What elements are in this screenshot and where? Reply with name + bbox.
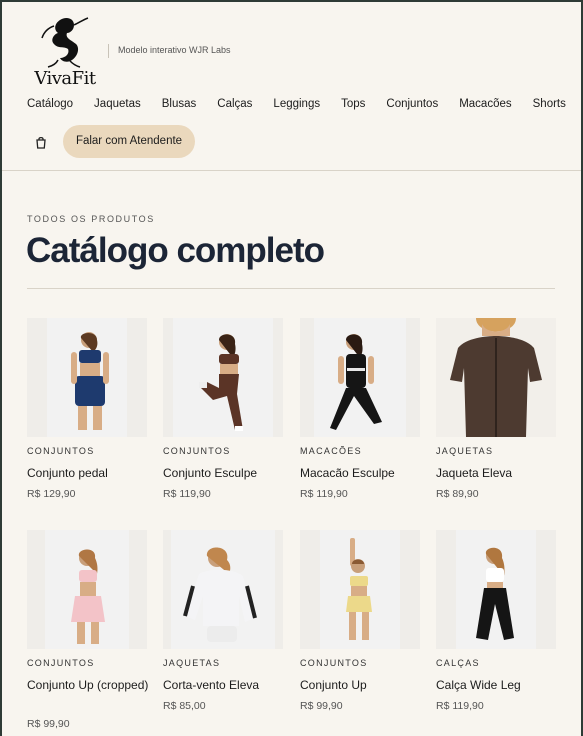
product-image[interactable] [163,530,283,649]
product-category: JAQUETAS [436,446,494,456]
brand-name: VivaFit [34,68,96,89]
nav-item-calcas[interactable]: Calças [217,98,252,110]
product-image[interactable] [27,530,147,649]
product-category: CONJUNTOS [27,446,95,456]
contact-agent-button[interactable]: Falar com Atendente [63,125,195,158]
product-category: MACACÕES [300,446,362,456]
product-image[interactable] [163,318,283,437]
product-category: JAQUETAS [163,658,221,668]
shopping-bag-icon[interactable] [35,136,47,149]
product-price: R$ 99,90 [300,700,343,712]
product-image[interactable] [27,318,147,437]
product-name[interactable]: Conjunto Up (cropped) [27,677,152,694]
nav-item-jaquetas[interactable]: Jaquetas [94,98,141,110]
product-name[interactable]: Calça Wide Leg [436,677,561,694]
product-name[interactable]: Macacão Esculpe [300,465,425,482]
section-eyebrow: TODOS OS PRODUTOS [27,214,155,224]
nav-item-conjuntos[interactable]: Conjuntos [386,98,438,110]
product-name[interactable]: Conjunto pedal [27,465,152,482]
woman-silhouette-logo-icon [41,17,89,68]
product-image[interactable] [436,318,556,437]
title-divider [27,288,555,289]
brand-tagline: Modelo interativo WJR Labs [118,45,231,55]
brand-logo[interactable]: VivaFit [32,16,98,90]
page-title: Catálogo completo [26,231,325,270]
product-name[interactable]: Conjunto Up [300,677,425,694]
product-price: R$ 99,90 [27,718,70,730]
product-image[interactable] [300,530,420,649]
nav-item-blusas[interactable]: Blusas [162,98,197,110]
product-name[interactable]: Jaqueta Eleva [436,465,561,482]
product-price: R$ 119,90 [300,488,348,500]
product-category: CALÇAS [436,658,480,668]
product-price: R$ 129,90 [27,488,76,500]
nav-item-tops[interactable]: Tops [341,98,365,110]
nav-item-shorts[interactable]: Shorts [533,98,566,110]
product-price: R$ 119,90 [436,700,484,712]
main-nav: Catálogo Jaquetas Blusas Calças Leggings… [27,98,581,110]
product-name[interactable]: Corta-vento Eleva [163,677,288,694]
nav-item-macacoes[interactable]: Macacões [459,98,511,110]
product-category: CONJUNTOS [163,446,231,456]
header-divider-line [2,170,581,171]
header-divider [108,44,109,58]
product-image[interactable] [436,530,556,649]
page: VivaFit Modelo interativo WJR Labs Catál… [2,2,581,736]
product-price: R$ 89,90 [436,488,479,500]
nav-item-leggings[interactable]: Leggings [273,98,320,110]
product-name[interactable]: Conjunto Esculpe [163,465,288,482]
product-category: CONJUNTOS [300,658,368,668]
nav-item-catalogo[interactable]: Catálogo [27,98,73,110]
product-price: R$ 119,90 [163,488,211,500]
product-price: R$ 85,00 [163,700,206,712]
product-category: CONJUNTOS [27,658,95,668]
product-image[interactable] [300,318,420,437]
